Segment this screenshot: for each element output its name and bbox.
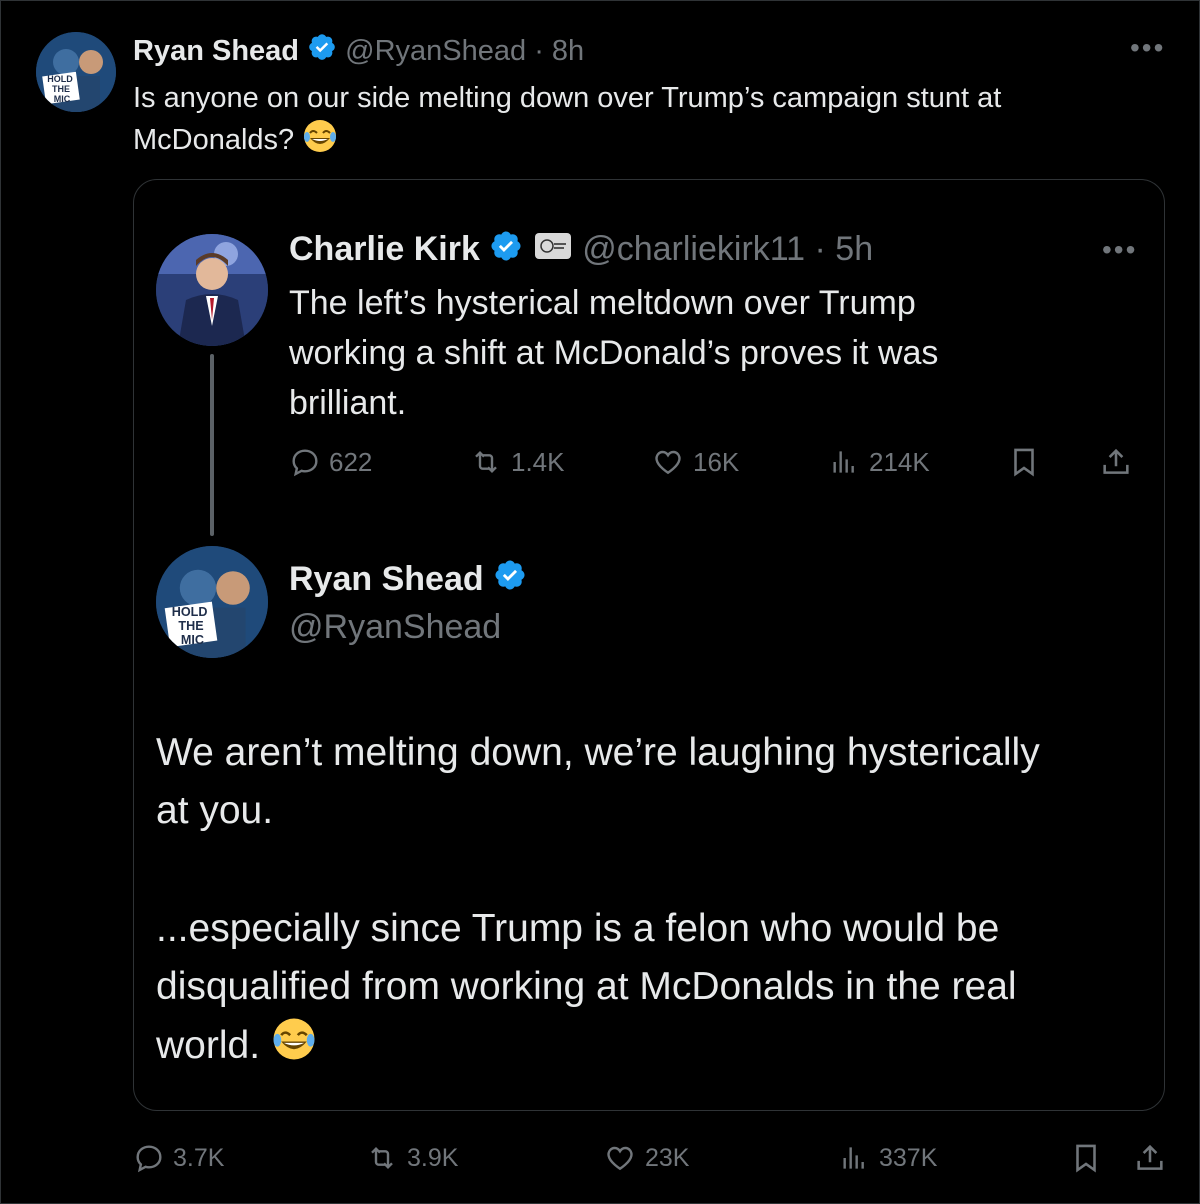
parent-like-count: 16K [693,446,740,477]
reply-text-line: at you. [156,789,274,832]
outer-tweet-time[interactable]: 8h [552,35,584,67]
avatar-text-hold: HOLD [47,74,73,84]
views-icon [843,1147,864,1169]
parent-views-count: 214K [869,446,930,477]
parent-reply-count: 622 [329,446,373,477]
outer-repost-count: 3.9K [407,1143,459,1172]
outer-tweet-header: Ryan Shead @RyanShead · 8h [133,32,584,72]
reply-text-line: We aren’t melting down, we’re laughing h… [156,731,1040,774]
parent-like-button[interactable]: 16K [651,446,739,478]
outer-repost-button[interactable]: 3.9K [365,1142,458,1174]
outer-bookmark-button[interactable] [1069,1140,1103,1176]
parent-share-button[interactable] [1099,444,1133,480]
outer-author-name[interactable]: Ryan Shead [133,35,299,67]
bookmark-icon [1076,1144,1096,1173]
parent-action-bar: 622 1.4K 16K 214K [289,440,1149,486]
dot-separator: · [814,230,826,268]
outer-action-bar: 3.7K 3.9K 23K 337K [133,1138,1173,1182]
parent-repost-button[interactable]: 1.4K [469,446,565,478]
reply-author-name[interactable]: Ryan Shead [289,560,484,598]
verified-badge-icon [489,229,523,273]
reply-author-block: Ryan Shead @RyanShead [289,556,527,650]
parent-text-line: The left’s hysterical meltdown over Trum… [289,284,916,322]
affiliate-badge-icon[interactable] [533,229,573,273]
outer-tweet-body: Is anyone on our side melting down over … [133,82,1002,157]
parent-tweet-header: Charlie Kirk @charliekirk11 · 5h [289,228,873,273]
views-icon [833,451,854,473]
reply-text-line: ...especially since Trump is a felon who… [156,907,1000,950]
thread-connector-line [210,354,214,536]
reply-author-handle[interactable]: @RyanShead [289,604,527,650]
outer-reply-count: 3.7K [173,1143,225,1172]
reply-text-line: world. [156,1023,261,1067]
verified-badge-icon [307,32,337,72]
repost-icon [371,1146,393,1170]
outer-more-icon[interactable]: ••• [1130,34,1165,62]
outer-reply-button[interactable]: 3.7K [133,1142,224,1174]
outer-like-count: 23K [645,1143,690,1172]
outer-author-handle[interactable]: @RyanShead [345,35,526,67]
reply-text-line: disqualified from working at McDonalds i… [156,965,1017,1008]
heart-icon [655,450,681,475]
parent-author-handle[interactable]: @charliekirk11 [582,230,805,268]
repost-icon [475,450,497,474]
bookmark-icon [1014,448,1034,477]
laughing-emoji-icon [271,1016,317,1079]
parent-text-line: working a shift at McDonald’s proves it … [289,334,939,372]
avatar-text-hold: HOLD [172,605,208,619]
reply-last-line: world. [156,1016,1156,1079]
dot-separator: · [534,35,544,67]
share-icon [1103,448,1129,474]
parent-reply-button[interactable]: 622 [289,446,372,478]
parent-bookmark-button[interactable] [1007,444,1041,480]
avatar-text-the: THE [52,84,70,94]
reply-tweet-text: We aren’t melting down, we’re laughing h… [156,724,1156,1079]
reply-author-avatar[interactable]: HOLD THE MIC [156,546,268,658]
avatar-text-mic: MIC [54,94,71,104]
parent-author-avatar[interactable] [156,234,268,346]
outer-author-avatar[interactable]: HOLD THE MIC [36,32,116,112]
reply-icon [136,1145,162,1173]
parent-views-button[interactable]: 214K [827,446,930,478]
parent-author-name[interactable]: Charlie Kirk [289,230,480,268]
verified-badge-icon [493,558,527,604]
laughing-emoji-icon [302,118,338,165]
avatar-text-mic: MIC [181,633,204,647]
parent-tweet-text: The left’s hysterical meltdown over Trum… [289,278,1149,428]
parent-more-icon[interactable]: ••• [1102,236,1137,264]
share-icon [1137,1144,1163,1170]
outer-tweet-text: Is anyone on our side melting down over … [133,78,1093,165]
parent-text-line: brilliant. [289,384,407,422]
parent-repost-count: 1.4K [511,446,565,477]
parent-tweet-time[interactable]: 5h [835,230,873,268]
reply-icon [292,449,318,477]
outer-share-button[interactable] [1133,1140,1167,1176]
outer-views-button[interactable]: 337K [837,1142,937,1174]
outer-views-count: 337K [879,1143,938,1172]
avatar-text-the: THE [178,619,203,633]
heart-icon [607,1146,633,1171]
outer-like-button[interactable]: 23K [603,1142,689,1174]
